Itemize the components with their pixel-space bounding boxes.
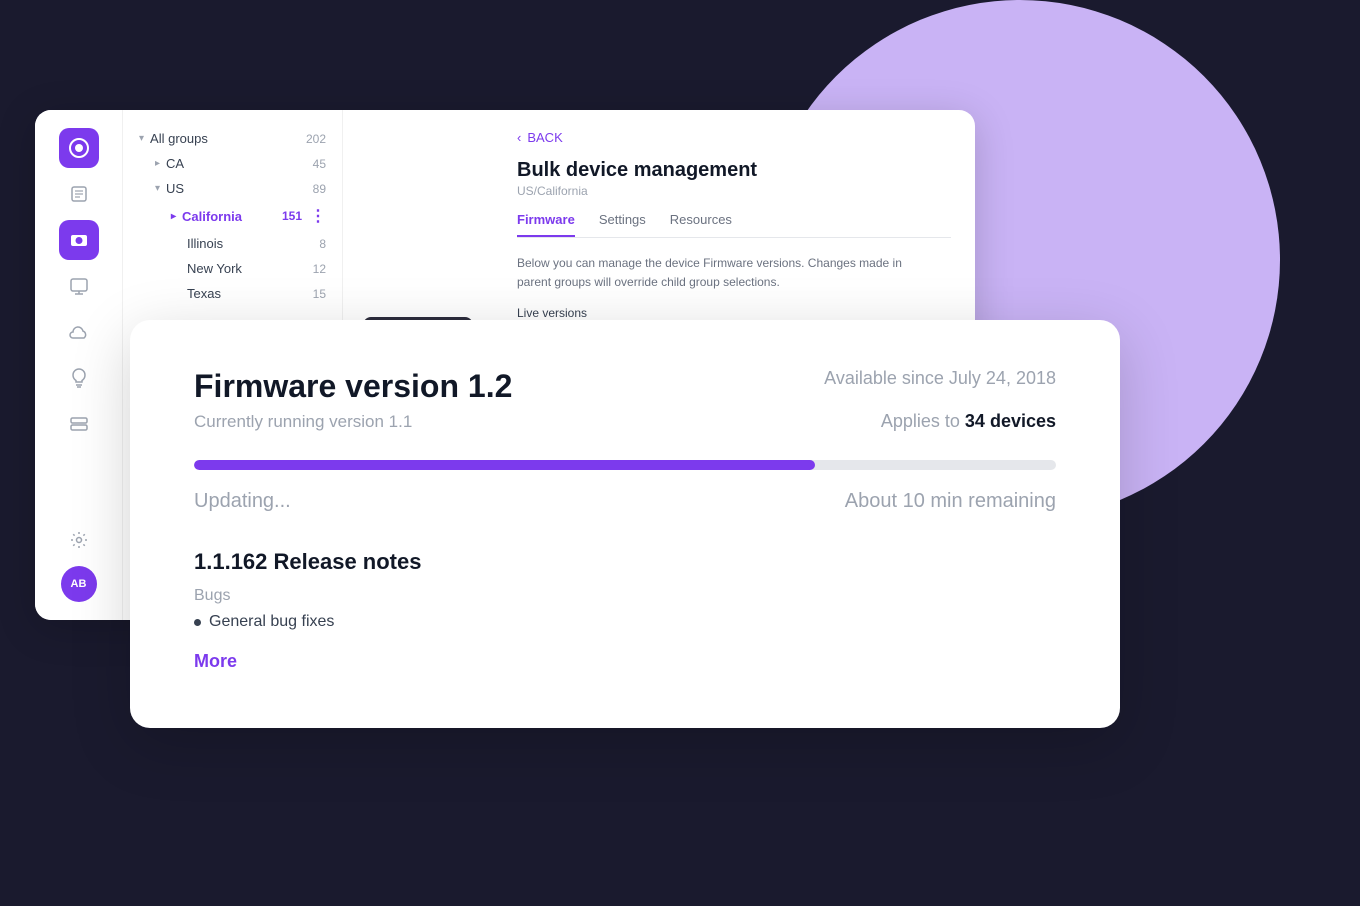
tree-arrow-us: ▾ (155, 183, 160, 194)
tree-item-ca[interactable]: ▸ CA 45 (139, 151, 342, 176)
time-remaining: About 10 min remaining (845, 490, 1056, 513)
tree-arrow-california: ▸ (171, 211, 176, 222)
tab-settings[interactable]: Settings (599, 212, 646, 237)
sidebar-icon-book[interactable] (59, 174, 99, 214)
firmware-sub-row: Currently running version 1.1 Applies to… (194, 411, 1056, 432)
more-link[interactable]: More (194, 651, 1056, 672)
progress-row: Updating... About 10 min remaining (194, 490, 1056, 513)
sidebar-icon-bulb[interactable] (59, 358, 99, 398)
tree-item-illinois[interactable]: Illinois 8 (155, 231, 342, 256)
firmware-card: Firmware version 1.2 Available since Jul… (130, 320, 1120, 728)
sidebar-icon-camera[interactable] (59, 220, 99, 260)
tabs: Firmware Settings Resources (517, 212, 951, 238)
sidebar-icon-storage[interactable] (59, 404, 99, 444)
back-arrow-icon: ‹ (517, 130, 521, 145)
available-since: Available since July 24, 2018 (824, 368, 1056, 389)
tree-arrow-ca: ▸ (155, 158, 160, 169)
tab-firmware[interactable]: Firmware (517, 212, 575, 237)
tree-item-texas[interactable]: Texas 15 (155, 281, 342, 306)
sidebar-icon-cloud[interactable] (59, 312, 99, 352)
sidebar-icon-logo[interactable] (59, 128, 99, 168)
progress-bar-container (194, 460, 1056, 470)
panel-subtitle: US/California (517, 184, 951, 198)
tree-arrow-all-groups: ▾ (139, 133, 144, 144)
user-avatar[interactable]: AB (61, 566, 97, 602)
updating-text: Updating... (194, 490, 291, 513)
more-options-icon[interactable]: ⋮ (310, 206, 326, 226)
tree-item-california[interactable]: ▸ California 151 ⋮ (155, 201, 342, 231)
firmware-header: Firmware version 1.2 Available since Jul… (194, 368, 1056, 405)
back-link[interactable]: ‹ BACK (517, 130, 951, 145)
panel-title: Bulk device management (517, 159, 951, 182)
release-notes-title: 1.1.162 Release notes (194, 549, 1056, 575)
bug-item: General bug fixes (194, 613, 1056, 631)
applies-to: Applies to 34 devices (881, 411, 1056, 432)
bug-bullet (194, 619, 201, 626)
firmware-version-title: Firmware version 1.2 (194, 368, 512, 405)
tree-item-us[interactable]: ▾ US 89 (139, 176, 342, 201)
tree-item-all-groups[interactable]: ▾ All groups 202 (123, 126, 342, 151)
sidebar-icon-settings[interactable] (59, 520, 99, 560)
tree-item-new-york[interactable]: New York 12 (155, 256, 342, 281)
tab-resources[interactable]: Resources (670, 212, 732, 237)
sidebar: AB (35, 110, 123, 620)
currently-running: Currently running version 1.1 (194, 412, 412, 432)
bugs-label: Bugs (194, 587, 1056, 605)
live-versions-label: Live versions (517, 306, 951, 320)
panel-description: Below you can manage the device Firmware… (517, 254, 937, 292)
progress-bar-fill (194, 460, 815, 470)
sidebar-icon-monitor[interactable] (59, 266, 99, 306)
